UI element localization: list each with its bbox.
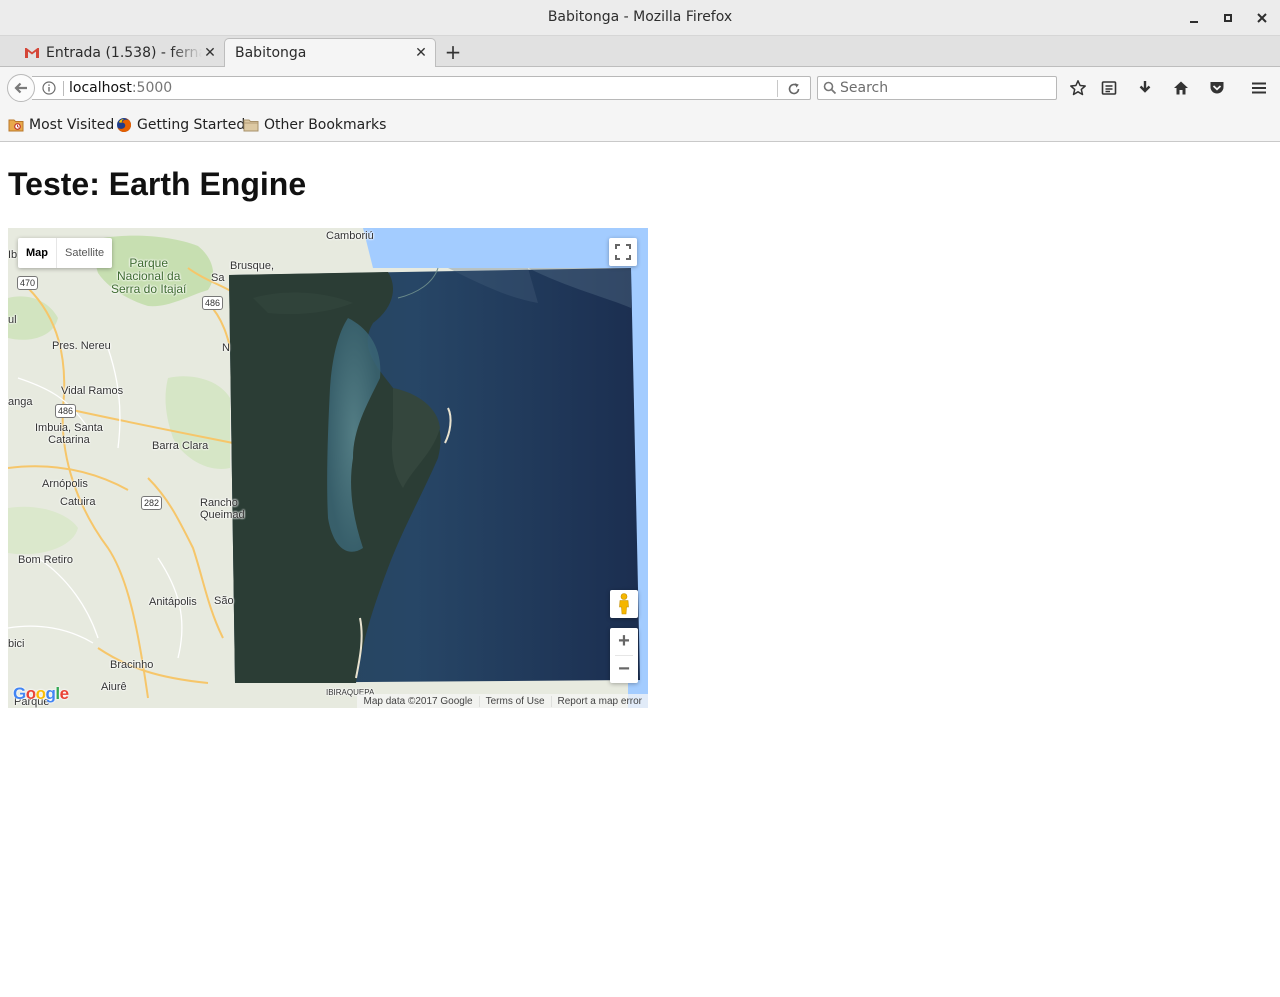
bookmark-label: Getting Started — [137, 117, 246, 133]
bookmark-star-icon[interactable] — [1069, 79, 1087, 97]
map-label: Bracinho — [110, 659, 154, 671]
park-label: Parque Nacional da Serra do Itajaí — [111, 257, 186, 296]
highway-shield: 470 — [17, 276, 38, 290]
gmail-icon — [25, 47, 39, 58]
url-separator — [777, 80, 778, 97]
bookmark-most-visited[interactable]: Most Visited — [8, 116, 114, 134]
map-label: anga — [8, 396, 33, 408]
bookmark-label: Most Visited — [29, 117, 115, 133]
navigation-bar: localhost:5000 — [0, 67, 1280, 108]
map-label: Barra Clara — [152, 440, 209, 452]
search-icon — [823, 81, 837, 95]
map-canvas[interactable] — [8, 228, 648, 708]
zoom-control: + − — [610, 628, 638, 683]
zoom-out-button[interactable]: − — [610, 656, 638, 683]
map-type-map-button[interactable]: Map — [18, 238, 57, 268]
reading-list-icon[interactable] — [1100, 79, 1118, 97]
firefox-icon — [117, 117, 132, 132]
map-attribution: Map data ©2017 Google Terms of Use Repor… — [357, 694, 648, 708]
map-label: Sa — [211, 272, 225, 284]
maximize-icon[interactable] — [1216, 6, 1240, 30]
report-map-error-link[interactable]: Report a map error — [550, 695, 648, 707]
map-label: N — [222, 342, 230, 354]
tab-label: Entrada (1.538) - fernan — [46, 44, 202, 61]
map-label-line: Imbuia, Santa — [35, 422, 103, 434]
minimize-icon[interactable] — [1182, 6, 1206, 30]
url-text[interactable]: localhost:5000 — [69, 80, 172, 96]
map-label: Brusque, — [230, 260, 275, 272]
map-type-satellite-button[interactable]: Satellite — [57, 238, 112, 268]
highway-shield: 486 — [202, 296, 223, 310]
map-label: bici — [8, 638, 25, 650]
street-view-pegman[interactable] — [610, 590, 638, 618]
page-title: Teste: Earth Engine — [8, 166, 307, 202]
map-label: Anitápolis — [149, 596, 197, 608]
fullscreen-button[interactable] — [609, 238, 637, 266]
most-visited-icon — [8, 119, 24, 132]
bookmark-label: Other Bookmarks — [264, 117, 387, 133]
map-label: Vidal Ramos — [61, 385, 124, 397]
back-button[interactable] — [7, 74, 35, 102]
map-label: Ib — [8, 249, 18, 261]
map-label-line: Queimad — [200, 509, 245, 521]
download-icon[interactable] — [1136, 79, 1154, 97]
tab-babitonga[interactable]: Babitonga ✕ — [224, 38, 436, 67]
terms-of-use-link[interactable]: Terms of Use — [478, 695, 551, 707]
highway-shield: 486 — [55, 404, 76, 418]
hamburger-menu-icon[interactable] — [1250, 79, 1268, 97]
fullscreen-icon — [615, 244, 631, 260]
info-icon[interactable] — [42, 81, 56, 95]
close-tab-icon[interactable]: ✕ — [202, 45, 218, 61]
earth-engine-overlay — [229, 267, 640, 683]
back-arrow-icon — [14, 82, 27, 94]
folder-icon — [243, 119, 259, 132]
url-port: :5000 — [131, 80, 173, 96]
map-label: Catuira — [60, 496, 96, 508]
pegman-icon — [619, 593, 629, 615]
pocket-icon[interactable] — [1208, 79, 1226, 97]
zoom-in-button[interactable]: + — [610, 628, 638, 655]
park-label-line: Serra do Itajaí — [111, 282, 187, 296]
bookmark-other-bookmarks[interactable]: Other Bookmarks — [243, 116, 386, 134]
close-window-icon[interactable] — [1250, 6, 1274, 30]
close-tab-icon[interactable]: ✕ — [413, 45, 429, 61]
window-titlebar: Babitonga - Mozilla Firefox — [0, 0, 1280, 36]
map-label: Rancho Queimad — [200, 497, 245, 521]
url-separator — [63, 81, 64, 96]
map-data-attribution: Map data ©2017 Google — [363, 695, 473, 707]
map-label: São — [214, 595, 234, 607]
map-label: Imbuia, Santa Catarina — [35, 422, 103, 446]
map-label-line: Rancho — [200, 497, 238, 509]
tab-strip: Entrada (1.538) - fernan ✕ Babitonga ✕ + — [0, 36, 1280, 67]
highway-shield: 282 — [141, 496, 162, 510]
map-label-line: Catarina — [48, 434, 90, 446]
bookmarks-bar: Most Visited Getting Started Other Bookm… — [0, 108, 1280, 142]
map-label: Pres. Nereu — [52, 340, 111, 352]
map-label: Bom Retiro — [18, 554, 74, 566]
map-label: Camboriú — [326, 230, 374, 242]
search-bar[interactable] — [817, 76, 1057, 100]
bookmark-getting-started[interactable]: Getting Started — [116, 116, 245, 134]
url-bar[interactable]: localhost:5000 — [32, 76, 811, 100]
google-map[interactable]: Camboriú Brusque, Sa Parque Nacional da … — [8, 228, 648, 708]
new-tab-icon[interactable]: + — [442, 40, 464, 64]
map-label: Arnópolis — [42, 478, 88, 490]
google-logo[interactable]: Google — [13, 684, 69, 704]
map-label: ul — [8, 314, 17, 326]
tab-label: Babitonga — [235, 45, 307, 61]
url-host: localhost — [69, 80, 132, 96]
window-title: Babitonga - Mozilla Firefox — [547, 9, 733, 25]
tab-gmail[interactable]: Entrada (1.538) - fernan ✕ — [18, 38, 224, 67]
search-input[interactable] — [840, 79, 1050, 97]
home-icon[interactable] — [1172, 79, 1190, 97]
reload-icon[interactable] — [786, 81, 802, 97]
map-label: Aiurê — [101, 681, 127, 693]
map-type-control: Map Satellite — [18, 238, 113, 268]
